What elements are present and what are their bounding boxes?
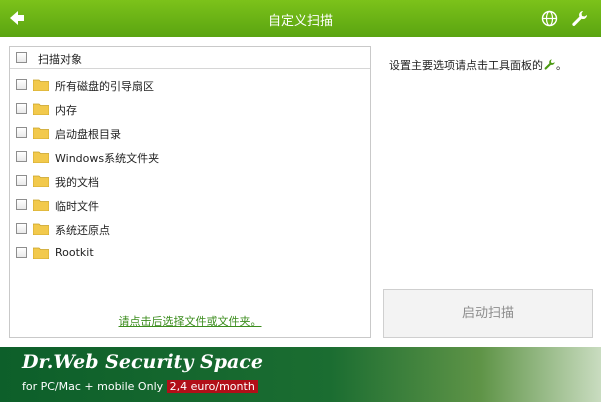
window-title: 自定义扫描 <box>267 14 333 29</box>
checkbox[interactable] <box>16 79 27 90</box>
folder-icon <box>33 127 49 139</box>
checkbox[interactable] <box>16 151 27 162</box>
scan-item-restore-points[interactable]: 系统还原点 <box>10 219 350 239</box>
scan-item-my-documents[interactable]: 我的文档 <box>10 171 350 191</box>
folder-icon <box>33 199 49 211</box>
globe-icon[interactable] <box>541 10 558 27</box>
scan-targets-header-label: 扫描对象 <box>38 53 82 66</box>
banner-subtitle: for PC/Mac + mobile Only 2,4 euro/month <box>22 380 258 393</box>
settings-hint: 设置主要选项请点击工具面板的。 <box>389 57 567 73</box>
folder-icon <box>33 223 49 235</box>
banner-title: Dr.Web Security Space <box>22 351 263 373</box>
settings-hint-text: 设置主要选项请点击工具面板的 <box>389 59 543 72</box>
scan-targets-header: 扫描对象 <box>10 47 370 69</box>
wrench-icon[interactable] <box>570 9 589 28</box>
folder-icon <box>33 151 49 163</box>
scan-item-label: 我的文档 <box>55 176 99 189</box>
banner-subtitle-text: for PC/Mac + mobile Only <box>22 380 164 393</box>
scan-item-label: 临时文件 <box>55 200 99 213</box>
promo-banner[interactable]: Dr.Web Security Space for PC/Mac + mobil… <box>0 347 601 402</box>
checkbox[interactable] <box>16 175 27 186</box>
scan-item-rootkit[interactable]: Rootkit <box>10 243 350 263</box>
folder-icon <box>33 103 49 115</box>
scan-targets-panel: 扫描对象 所有磁盘的引导扇区 内存 启动盘根目录 Windows系统文件夹 我的… <box>9 46 371 338</box>
checkbox[interactable] <box>16 127 27 138</box>
scan-item-label: 系统还原点 <box>55 224 110 237</box>
start-scan-button[interactable]: 启动扫描 <box>383 289 593 338</box>
scan-item-label: Windows系统文件夹 <box>55 152 160 165</box>
banner-price: 2,4 euro/month <box>166 380 258 393</box>
scan-item-label: 内存 <box>55 104 77 117</box>
select-all-checkbox[interactable] <box>16 52 27 63</box>
folder-icon <box>33 247 49 259</box>
wrench-icon <box>544 59 555 70</box>
scan-item-temp-files[interactable]: 临时文件 <box>10 195 350 215</box>
scan-item-label: 启动盘根目录 <box>55 128 121 141</box>
scan-item-label: 所有磁盘的引导扇区 <box>55 80 154 93</box>
scan-item-label: Rootkit <box>55 246 94 259</box>
scan-item-memory[interactable]: 内存 <box>10 99 350 119</box>
checkbox[interactable] <box>16 223 27 234</box>
scan-item-windows-folder[interactable]: Windows系统文件夹 <box>10 147 350 167</box>
select-files-link[interactable]: 请点击后选择文件或文件夹。 <box>10 313 370 329</box>
scan-item-boot-root[interactable]: 启动盘根目录 <box>10 123 350 143</box>
settings-hint-suffix: 。 <box>556 59 567 72</box>
title-bar: 自定义扫描 <box>0 0 601 37</box>
checkbox[interactable] <box>16 247 27 258</box>
folder-icon <box>33 175 49 187</box>
checkbox[interactable] <box>16 103 27 114</box>
scan-item-boot-sectors[interactable]: 所有磁盘的引导扇区 <box>10 75 350 95</box>
folder-icon <box>33 79 49 91</box>
checkbox[interactable] <box>16 199 27 210</box>
